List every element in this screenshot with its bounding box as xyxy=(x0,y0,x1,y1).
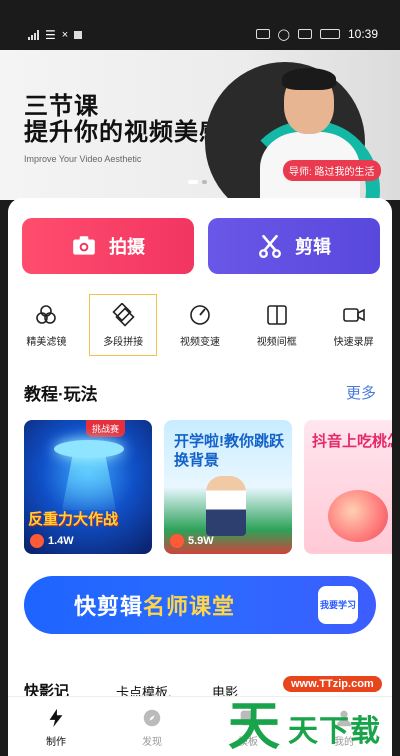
wifi-icon: ☰ xyxy=(45,28,56,42)
view-count-value: 5.9W xyxy=(188,535,214,547)
teacher-tag: 导师: 路过我的生活 xyxy=(283,160,381,181)
card-caption: 反重力大作战 xyxy=(28,511,119,528)
battery-icon xyxy=(319,29,340,39)
frame-icon xyxy=(266,304,287,325)
fire-icon xyxy=(170,534,184,548)
promo-banner[interactable]: 三节课 提升你的视频美感 Improve Your Video Aestheti… xyxy=(0,50,400,200)
filter-icon xyxy=(36,304,57,324)
promo-text: 快剪辑名师课堂 xyxy=(74,589,235,621)
fire-icon xyxy=(30,534,44,548)
notification-icon xyxy=(74,31,83,39)
watermark: 天 www.TTzip.com 天下载 xyxy=(228,668,400,756)
ufo-graphic xyxy=(54,440,124,458)
sim-icon xyxy=(297,29,312,39)
class-promo-banner[interactable]: 快剪辑名师课堂 我要学习 xyxy=(24,576,376,634)
signal-icon xyxy=(28,30,39,40)
nav-item-discover[interactable]: 发现 xyxy=(117,697,187,756)
status-right: ◯ 10:39 xyxy=(255,27,378,41)
speed-icon xyxy=(190,304,210,325)
pagination-dot xyxy=(202,180,207,184)
card-caption: 开学啦!教你跳跃换背景 xyxy=(174,433,284,469)
view-count: 5.9W xyxy=(170,534,214,548)
watermark-brand-big: 天 xyxy=(228,697,281,756)
tool-filter[interactable]: 精美滤镜 xyxy=(12,294,80,356)
ufo-beam xyxy=(62,454,116,510)
tutorials-header: 教程·玩法 更多 xyxy=(24,380,376,404)
tutorial-card[interactable]: 抖音上吃桃怎么 xyxy=(304,420,392,554)
more-link[interactable]: 更多 xyxy=(346,382,376,403)
banner-subtitle: Improve Your Video Aesthetic xyxy=(24,154,142,164)
camera-icon xyxy=(73,236,95,255)
app-screen: ☰ × ◯ 10:39 三节课 提升你的视频美感 Improve Your Vi… xyxy=(0,0,400,756)
nav-label: 发现 xyxy=(142,737,162,748)
alarm-icon: ◯ xyxy=(277,28,290,41)
edit-label: 剪辑 xyxy=(295,237,331,257)
learn-button[interactable]: 我要学习 xyxy=(318,586,358,624)
status-left: ☰ × xyxy=(28,28,83,42)
splice-icon xyxy=(112,302,135,327)
pagination-dot-active xyxy=(188,180,198,184)
nfc-icon: × xyxy=(61,29,69,41)
compass-icon xyxy=(143,709,161,727)
tutorials-title: 教程·玩法 xyxy=(24,385,98,404)
watermark-brand-small: 天下载 xyxy=(288,715,381,748)
hd-icon xyxy=(255,29,270,39)
tool-splice-label: 多段拼接 xyxy=(103,336,144,348)
tool-speed-label: 视频变速 xyxy=(179,336,220,348)
tool-frame-label: 视频间框 xyxy=(256,336,297,348)
nav-label: 制作 xyxy=(46,737,66,748)
promo-highlight: 名师课堂 xyxy=(143,594,236,619)
card-caption: 抖音上吃桃怎么 xyxy=(312,433,392,450)
promo-prefix: 快剪辑 xyxy=(74,594,144,619)
teacher-hair xyxy=(282,68,336,90)
view-count: 1.4W xyxy=(30,534,74,548)
shoot-label: 拍摄 xyxy=(109,237,145,257)
banner-title-2: 提升你的视频美感 xyxy=(24,119,224,146)
status-bar: ☰ × ◯ 10:39 xyxy=(0,20,400,50)
status-time: 10:39 xyxy=(347,27,378,41)
tool-filter-label: 精美滤镜 xyxy=(26,336,67,348)
tool-speed[interactable]: 视频变速 xyxy=(166,294,234,356)
peach-graphic xyxy=(328,490,388,542)
tool-screen-record[interactable]: 快速录屏 xyxy=(320,294,388,356)
card-figure xyxy=(206,476,246,536)
challenge-badge: 挑战赛 xyxy=(86,420,126,437)
view-count-value: 1.4W xyxy=(48,535,74,547)
tool-screen-record-label: 快速录屏 xyxy=(333,336,374,348)
watermark-site: www.TTzip.com xyxy=(283,676,382,692)
scissors-icon xyxy=(259,234,281,259)
tutorial-carousel: 挑战赛 反重力大作战 1.4W 开学啦!教你跳跃换背景 5.9W 抖音上吃桃怎么 xyxy=(24,420,392,554)
screen-record-icon xyxy=(342,307,365,322)
tool-row: 精美滤镜 多段拼接 视频变速 视频间框 快速录屏 xyxy=(8,294,392,356)
nav-item-create[interactable]: 制作 xyxy=(21,697,91,756)
tool-frame[interactable]: 视频间框 xyxy=(243,294,311,356)
tutorial-card[interactable]: 挑战赛 反重力大作战 1.4W xyxy=(24,420,152,554)
shoot-button[interactable]: 拍摄 xyxy=(22,218,194,274)
edit-button[interactable]: 剪辑 xyxy=(208,218,380,274)
banner-pagination xyxy=(188,180,207,184)
tutorial-card[interactable]: 开学啦!教你跳跃换背景 5.9W xyxy=(164,420,292,554)
lightning-icon xyxy=(49,708,63,728)
tool-splice[interactable]: 多段拼接 xyxy=(89,294,158,356)
